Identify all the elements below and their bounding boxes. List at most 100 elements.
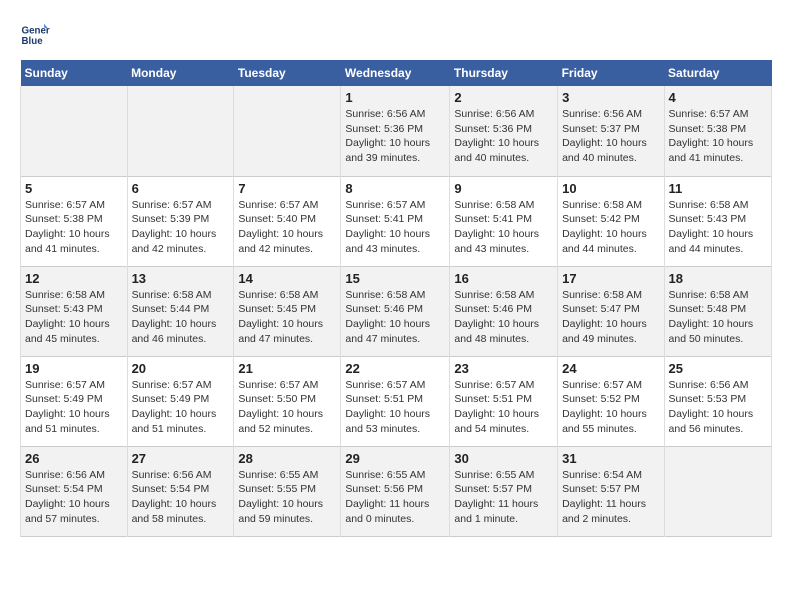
day-number: 23	[454, 361, 553, 376]
day-number: 16	[454, 271, 553, 286]
days-header-row: SundayMondayTuesdayWednesdayThursdayFrid…	[21, 60, 772, 86]
calendar-cell: 1 Sunrise: 6:56 AM Sunset: 5:36 PM Daylig…	[341, 86, 450, 176]
calendar-cell: 11 Sunrise: 6:58 AM Sunset: 5:43 PM Dayli…	[664, 176, 771, 266]
calendar-cell: 23 Sunrise: 6:57 AM Sunset: 5:51 PM Dayli…	[450, 356, 558, 446]
day-number: 3	[562, 90, 659, 105]
calendar-cell: 7 Sunrise: 6:57 AM Sunset: 5:40 PM Daylig…	[234, 176, 341, 266]
page-header: General Blue	[20, 20, 772, 50]
calendar-cell: 4 Sunrise: 6:57 AM Sunset: 5:38 PM Daylig…	[664, 86, 771, 176]
day-info: Sunrise: 6:58 AM Sunset: 5:46 PM Dayligh…	[454, 288, 553, 347]
day-header-monday: Monday	[127, 60, 234, 86]
calendar-cell: 28 Sunrise: 6:55 AM Sunset: 5:55 PM Dayli…	[234, 446, 341, 536]
calendar-cell: 17 Sunrise: 6:58 AM Sunset: 5:47 PM Dayli…	[558, 266, 664, 356]
svg-text:Blue: Blue	[22, 36, 44, 47]
day-info: Sunrise: 6:57 AM Sunset: 5:38 PM Dayligh…	[669, 107, 767, 166]
day-number: 6	[132, 181, 230, 196]
week-row-2: 5 Sunrise: 6:57 AM Sunset: 5:38 PM Daylig…	[21, 176, 772, 266]
calendar-cell	[21, 86, 128, 176]
day-number: 31	[562, 451, 659, 466]
calendar-cell: 15Sunrise: 6:58 AM Sunset: 5:46 PM Dayli…	[341, 266, 450, 356]
day-number: 12	[25, 271, 123, 286]
calendar-cell: 20Sunrise: 6:57 AM Sunset: 5:49 PM Dayli…	[127, 356, 234, 446]
day-number: 8	[345, 181, 445, 196]
day-info: Sunrise: 6:55 AM Sunset: 5:56 PM Dayligh…	[345, 468, 445, 527]
calendar-cell: 16 Sunrise: 6:58 AM Sunset: 5:46 PM Dayli…	[450, 266, 558, 356]
calendar-cell: 19 Sunrise: 6:57 AM Sunset: 5:49 PM Dayli…	[21, 356, 128, 446]
day-info: Sunrise: 6:54 AM Sunset: 5:57 PM Dayligh…	[562, 468, 659, 527]
day-number: 21	[238, 361, 336, 376]
day-header-tuesday: Tuesday	[234, 60, 341, 86]
day-info: Sunrise: 6:57 AM Sunset: 5:41 PM Dayligh…	[345, 198, 445, 257]
day-number: 26	[25, 451, 123, 466]
calendar-cell: 6 Sunrise: 6:57 AM Sunset: 5:39 PM Daylig…	[127, 176, 234, 266]
day-info: Sunrise: 6:58 AM Sunset: 5:42 PM Dayligh…	[562, 198, 659, 257]
day-number: 22	[345, 361, 445, 376]
calendar-cell: 9Sunrise: 6:58 AM Sunset: 5:41 PM Daylig…	[450, 176, 558, 266]
day-info: Sunrise: 6:56 AM Sunset: 5:36 PM Dayligh…	[345, 107, 445, 166]
day-info: Sunrise: 6:57 AM Sunset: 5:40 PM Dayligh…	[238, 198, 336, 257]
day-number: 7	[238, 181, 336, 196]
day-number: 18	[669, 271, 767, 286]
day-info: Sunrise: 6:57 AM Sunset: 5:49 PM Dayligh…	[132, 378, 230, 437]
calendar-cell	[234, 86, 341, 176]
logo: General Blue	[20, 20, 56, 50]
calendar-cell: 26 Sunrise: 6:56 AM Sunset: 5:54 PM Dayli…	[21, 446, 128, 536]
day-info: Sunrise: 6:57 AM Sunset: 5:38 PM Dayligh…	[25, 198, 123, 257]
day-info: Sunrise: 6:56 AM Sunset: 5:54 PM Dayligh…	[132, 468, 230, 527]
day-info: Sunrise: 6:56 AM Sunset: 5:37 PM Dayligh…	[562, 107, 659, 166]
day-info: Sunrise: 6:56 AM Sunset: 5:53 PM Dayligh…	[669, 378, 767, 437]
day-header-friday: Friday	[558, 60, 664, 86]
day-info: Sunrise: 6:57 AM Sunset: 5:49 PM Dayligh…	[25, 378, 123, 437]
calendar-cell: 13 Sunrise: 6:58 AM Sunset: 5:44 PM Dayli…	[127, 266, 234, 356]
calendar-cell: 31 Sunrise: 6:54 AM Sunset: 5:57 PM Dayli…	[558, 446, 664, 536]
day-info: Sunrise: 6:58 AM Sunset: 5:43 PM Dayligh…	[669, 198, 767, 257]
day-info: Sunrise: 6:58 AM Sunset: 5:48 PM Dayligh…	[669, 288, 767, 347]
calendar-cell: 3 Sunrise: 6:56 AM Sunset: 5:37 PM Daylig…	[558, 86, 664, 176]
day-header-thursday: Thursday	[450, 60, 558, 86]
day-number: 2	[454, 90, 553, 105]
week-row-4: 19 Sunrise: 6:57 AM Sunset: 5:49 PM Dayli…	[21, 356, 772, 446]
day-number: 9	[454, 181, 553, 196]
day-number: 15	[345, 271, 445, 286]
week-row-5: 26 Sunrise: 6:56 AM Sunset: 5:54 PM Dayli…	[21, 446, 772, 536]
day-number: 13	[132, 271, 230, 286]
day-info: Sunrise: 6:57 AM Sunset: 5:51 PM Dayligh…	[345, 378, 445, 437]
calendar-cell: 29 Sunrise: 6:55 AM Sunset: 5:56 PM Dayli…	[341, 446, 450, 536]
day-info: Sunrise: 6:56 AM Sunset: 5:36 PM Dayligh…	[454, 107, 553, 166]
day-header-sunday: Sunday	[21, 60, 128, 86]
calendar-cell: 24Sunrise: 6:57 AM Sunset: 5:52 PM Dayli…	[558, 356, 664, 446]
day-info: Sunrise: 6:58 AM Sunset: 5:44 PM Dayligh…	[132, 288, 230, 347]
day-info: Sunrise: 6:57 AM Sunset: 5:50 PM Dayligh…	[238, 378, 336, 437]
calendar-cell: 2 Sunrise: 6:56 AM Sunset: 5:36 PM Daylig…	[450, 86, 558, 176]
calendar-table: SundayMondayTuesdayWednesdayThursdayFrid…	[20, 60, 772, 537]
calendar-cell: 18 Sunrise: 6:58 AM Sunset: 5:48 PM Dayli…	[664, 266, 771, 356]
day-info: Sunrise: 6:57 AM Sunset: 5:51 PM Dayligh…	[454, 378, 553, 437]
day-info: Sunrise: 6:55 AM Sunset: 5:55 PM Dayligh…	[238, 468, 336, 527]
logo-icon: General Blue	[20, 20, 50, 50]
day-number: 11	[669, 181, 767, 196]
week-row-1: 1 Sunrise: 6:56 AM Sunset: 5:36 PM Daylig…	[21, 86, 772, 176]
day-info: Sunrise: 6:56 AM Sunset: 5:54 PM Dayligh…	[25, 468, 123, 527]
day-info: Sunrise: 6:57 AM Sunset: 5:39 PM Dayligh…	[132, 198, 230, 257]
day-number: 4	[669, 90, 767, 105]
day-number: 1	[345, 90, 445, 105]
calendar-cell: 30Sunrise: 6:55 AM Sunset: 5:57 PM Dayli…	[450, 446, 558, 536]
day-number: 17	[562, 271, 659, 286]
calendar-cell: 10Sunrise: 6:58 AM Sunset: 5:42 PM Dayli…	[558, 176, 664, 266]
calendar-cell	[664, 446, 771, 536]
day-number: 29	[345, 451, 445, 466]
calendar-cell: 12 Sunrise: 6:58 AM Sunset: 5:43 PM Dayli…	[21, 266, 128, 356]
week-row-3: 12 Sunrise: 6:58 AM Sunset: 5:43 PM Dayli…	[21, 266, 772, 356]
day-header-saturday: Saturday	[664, 60, 771, 86]
day-info: Sunrise: 6:57 AM Sunset: 5:52 PM Dayligh…	[562, 378, 659, 437]
day-info: Sunrise: 6:58 AM Sunset: 5:43 PM Dayligh…	[25, 288, 123, 347]
day-number: 28	[238, 451, 336, 466]
day-header-wednesday: Wednesday	[341, 60, 450, 86]
day-number: 19	[25, 361, 123, 376]
day-info: Sunrise: 6:58 AM Sunset: 5:45 PM Dayligh…	[238, 288, 336, 347]
calendar-cell: 25Sunrise: 6:56 AM Sunset: 5:53 PM Dayli…	[664, 356, 771, 446]
day-info: Sunrise: 6:58 AM Sunset: 5:47 PM Dayligh…	[562, 288, 659, 347]
calendar-cell: 27Sunrise: 6:56 AM Sunset: 5:54 PM Dayli…	[127, 446, 234, 536]
day-number: 5	[25, 181, 123, 196]
day-number: 14	[238, 271, 336, 286]
